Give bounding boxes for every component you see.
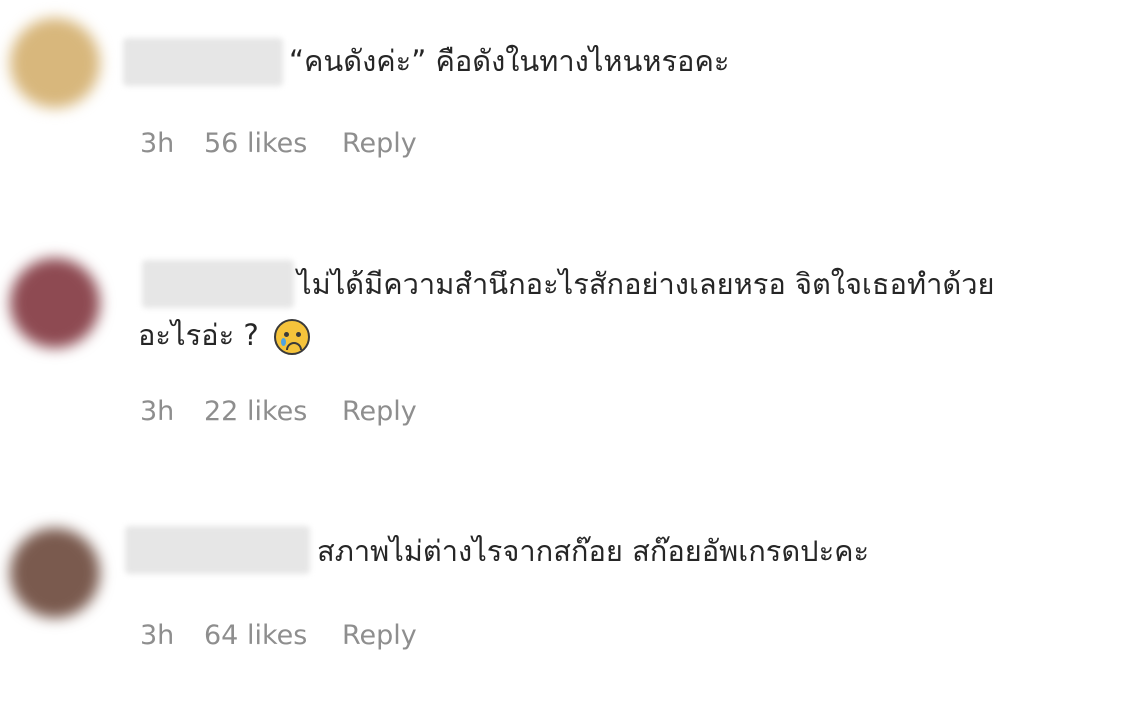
- avatar[interactable]: [0, 510, 110, 640]
- comment-time[interactable]: 3h: [140, 128, 204, 159]
- comment-meta: 3h 64 likes Reply: [140, 620, 417, 651]
- reply-button[interactable]: Reply: [342, 396, 417, 427]
- comment-meta: 3h 56 likes Reply: [140, 128, 417, 159]
- avatar[interactable]: [0, 240, 110, 370]
- reply-button[interactable]: Reply: [342, 620, 417, 651]
- comment-text: “คนดังค่ะ” คือดังในทางไหนหรอคะ: [289, 44, 730, 78]
- comment-item: “คนดังค่ะ” คือดังในทางไหนหรอคะ 3h 56 lik…: [0, 0, 1148, 190]
- username-redacted[interactable]: [142, 260, 294, 308]
- avatar[interactable]: [0, 0, 110, 130]
- comment-text: สภาพไม่ต่างไรจากสก๊อย สก๊อยอัพเกรดปะคะ: [317, 534, 870, 568]
- comment-text: อะไรอ่ะ ?: [138, 318, 259, 352]
- comment-item: สภาพไม่ต่างไรจากสก๊อย สก๊อยอัพเกรดปะคะ 3…: [0, 500, 1148, 700]
- comment-meta: 3h 22 likes Reply: [140, 396, 417, 427]
- comment-time[interactable]: 3h: [140, 396, 204, 427]
- username-redacted[interactable]: [125, 526, 310, 574]
- comment-text-line-2: อะไรอ่ะ ?: [138, 308, 310, 362]
- username-redacted[interactable]: [123, 38, 283, 86]
- comment-likes[interactable]: 64 likes: [204, 620, 342, 651]
- crying-face-icon: [273, 319, 310, 355]
- reply-button[interactable]: Reply: [342, 128, 417, 159]
- comment-item: ไม่ได้มีความสำนึกอะไรสักอย่างเลยหรอ จิตใ…: [0, 230, 1148, 460]
- comment-likes[interactable]: 56 likes: [204, 128, 342, 159]
- comment-likes[interactable]: 22 likes: [204, 396, 342, 427]
- comment-time[interactable]: 3h: [140, 620, 204, 651]
- comment-text-line-1: ไม่ได้มีความสำนึกอะไรสักอย่างเลยหรอ จิตใ…: [297, 267, 995, 301]
